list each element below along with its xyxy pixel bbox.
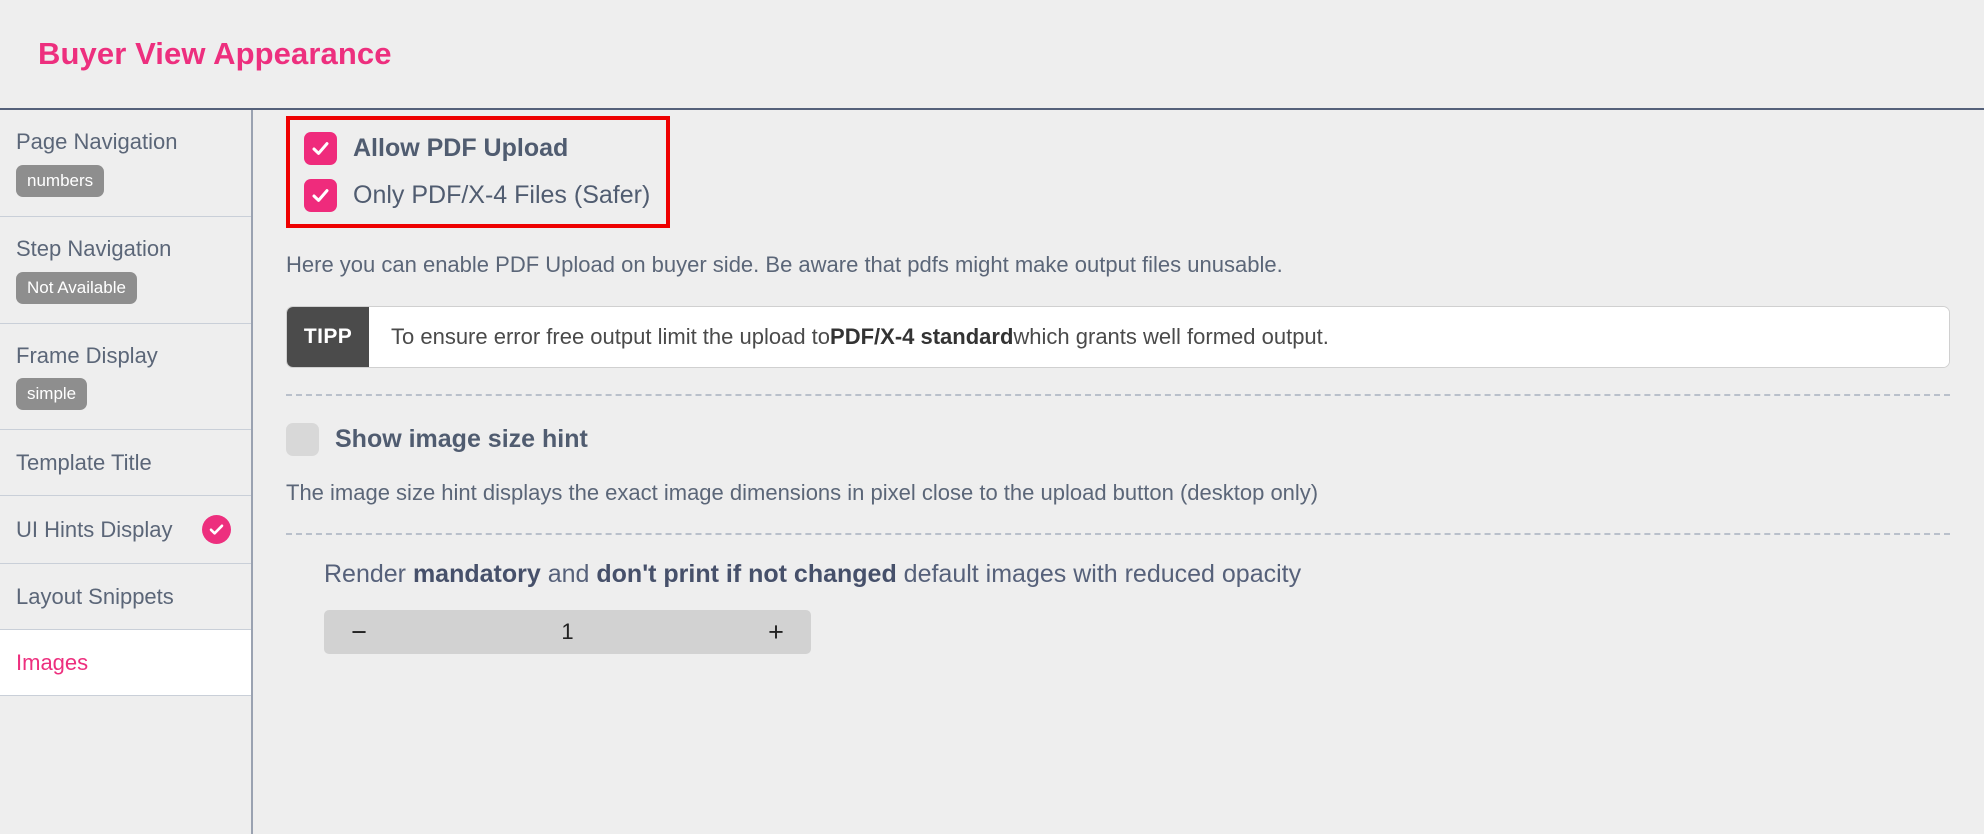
sidebar-item-label: Page Navigation [16,129,177,156]
sidebar-item-layout-snippets[interactable]: Layout Snippets [0,564,251,630]
only-pdfx4-files-label: Only PDF/X-4 Files (Safer) [353,181,650,210]
sidebar-item-frame-display[interactable]: Frame Display simple [0,324,251,431]
sidebar-item-ui-hints-display[interactable]: UI Hints Display [0,496,251,564]
sidebar-item-badge: numbers [16,165,104,197]
sidebar-item-label: Step Navigation [16,236,171,263]
sidebar-item-step-navigation[interactable]: Step Navigation Not Available [0,217,251,324]
stepper-decrement-button[interactable]: − [344,619,374,646]
divider-2 [286,533,1950,535]
opacity-text-bold-1: mandatory [413,560,541,588]
allow-pdf-upload-row[interactable]: Allow PDF Upload [304,132,650,165]
sidebar-item-row: Layout Snippets [16,584,233,611]
buyer-view-appearance-page: Buyer View Appearance Page Navigation nu… [0,0,1984,834]
settings-sidebar[interactable]: Page Navigation numbers Step Navigation … [0,110,253,834]
sidebar-item-template-title[interactable]: Template Title [0,430,251,496]
tipp-text-after: which grants well formed output. [1013,324,1329,350]
settings-main-panel: Allow PDF Upload Only PDF/X-4 Files (Saf… [253,110,1984,834]
show-image-size-hint-label: Show image size hint [335,425,588,454]
sidebar-item-label: Images [16,650,88,677]
opacity-text-bold-2: don't print if not changed [596,560,896,588]
sidebar-item-label: Template Title [16,450,152,477]
tipp-callout: TIPP To ensure error free output limit t… [286,306,1950,368]
opacity-text-3: default images with reduced opacity [897,560,1301,588]
image-size-hint-description: The image size hint displays the exact i… [286,478,1952,508]
divider-1 [286,394,1950,396]
reduced-opacity-label: Render mandatory and don't print if not … [324,559,1952,589]
sidebar-item-badge: simple [16,378,87,410]
opacity-text-1: Render [324,560,413,588]
allow-pdf-upload-label: Allow PDF Upload [353,134,568,163]
sidebar-item-row: Frame Display [16,343,233,370]
sidebar-item-label: Layout Snippets [16,584,174,611]
only-pdfx4-files-checkbox[interactable] [304,179,337,212]
check-circle-icon [202,515,231,544]
tipp-tag-label: TIPP [287,307,369,367]
sidebar-item-label: Frame Display [16,343,158,370]
page-body: Page Navigation numbers Step Navigation … [0,110,1984,834]
stepper-value[interactable]: 1 [374,619,761,645]
allow-pdf-upload-checkbox[interactable] [304,132,337,165]
tipp-text-before: To ensure error free output limit the up… [391,324,830,350]
tipp-text: To ensure error free output limit the up… [369,307,1949,367]
stepper-increment-button[interactable]: + [761,619,791,646]
sidebar-item-row: UI Hints Display [16,515,233,544]
sidebar-item-images[interactable]: Images [0,630,251,696]
reduced-opacity-block: Render mandatory and don't print if not … [286,559,1952,654]
sidebar-item-row: Page Navigation [16,129,233,156]
pdf-upload-description: Here you can enable PDF Upload on buyer … [286,250,1952,280]
sidebar-item-label: UI Hints Display [16,517,172,544]
pdf-upload-highlight-box: Allow PDF Upload Only PDF/X-4 Files (Saf… [286,116,670,228]
sidebar-item-row: Step Navigation [16,236,233,263]
page-header: Buyer View Appearance [0,0,1984,110]
sidebar-item-row: Images [16,650,233,677]
tipp-text-bold: PDF/X-4 standard [830,324,1013,350]
show-image-size-hint-row[interactable]: Show image size hint [286,423,1952,456]
page-title: Buyer View Appearance [38,36,392,72]
opacity-stepper[interactable]: − 1 + [324,610,811,654]
opacity-text-2: and [541,560,597,588]
show-image-size-hint-checkbox[interactable] [286,423,319,456]
only-pdfx4-files-row[interactable]: Only PDF/X-4 Files (Safer) [304,179,650,212]
sidebar-item-row: Template Title [16,450,233,477]
sidebar-item-page-navigation[interactable]: Page Navigation numbers [0,110,251,217]
sidebar-item-badge: Not Available [16,272,137,304]
